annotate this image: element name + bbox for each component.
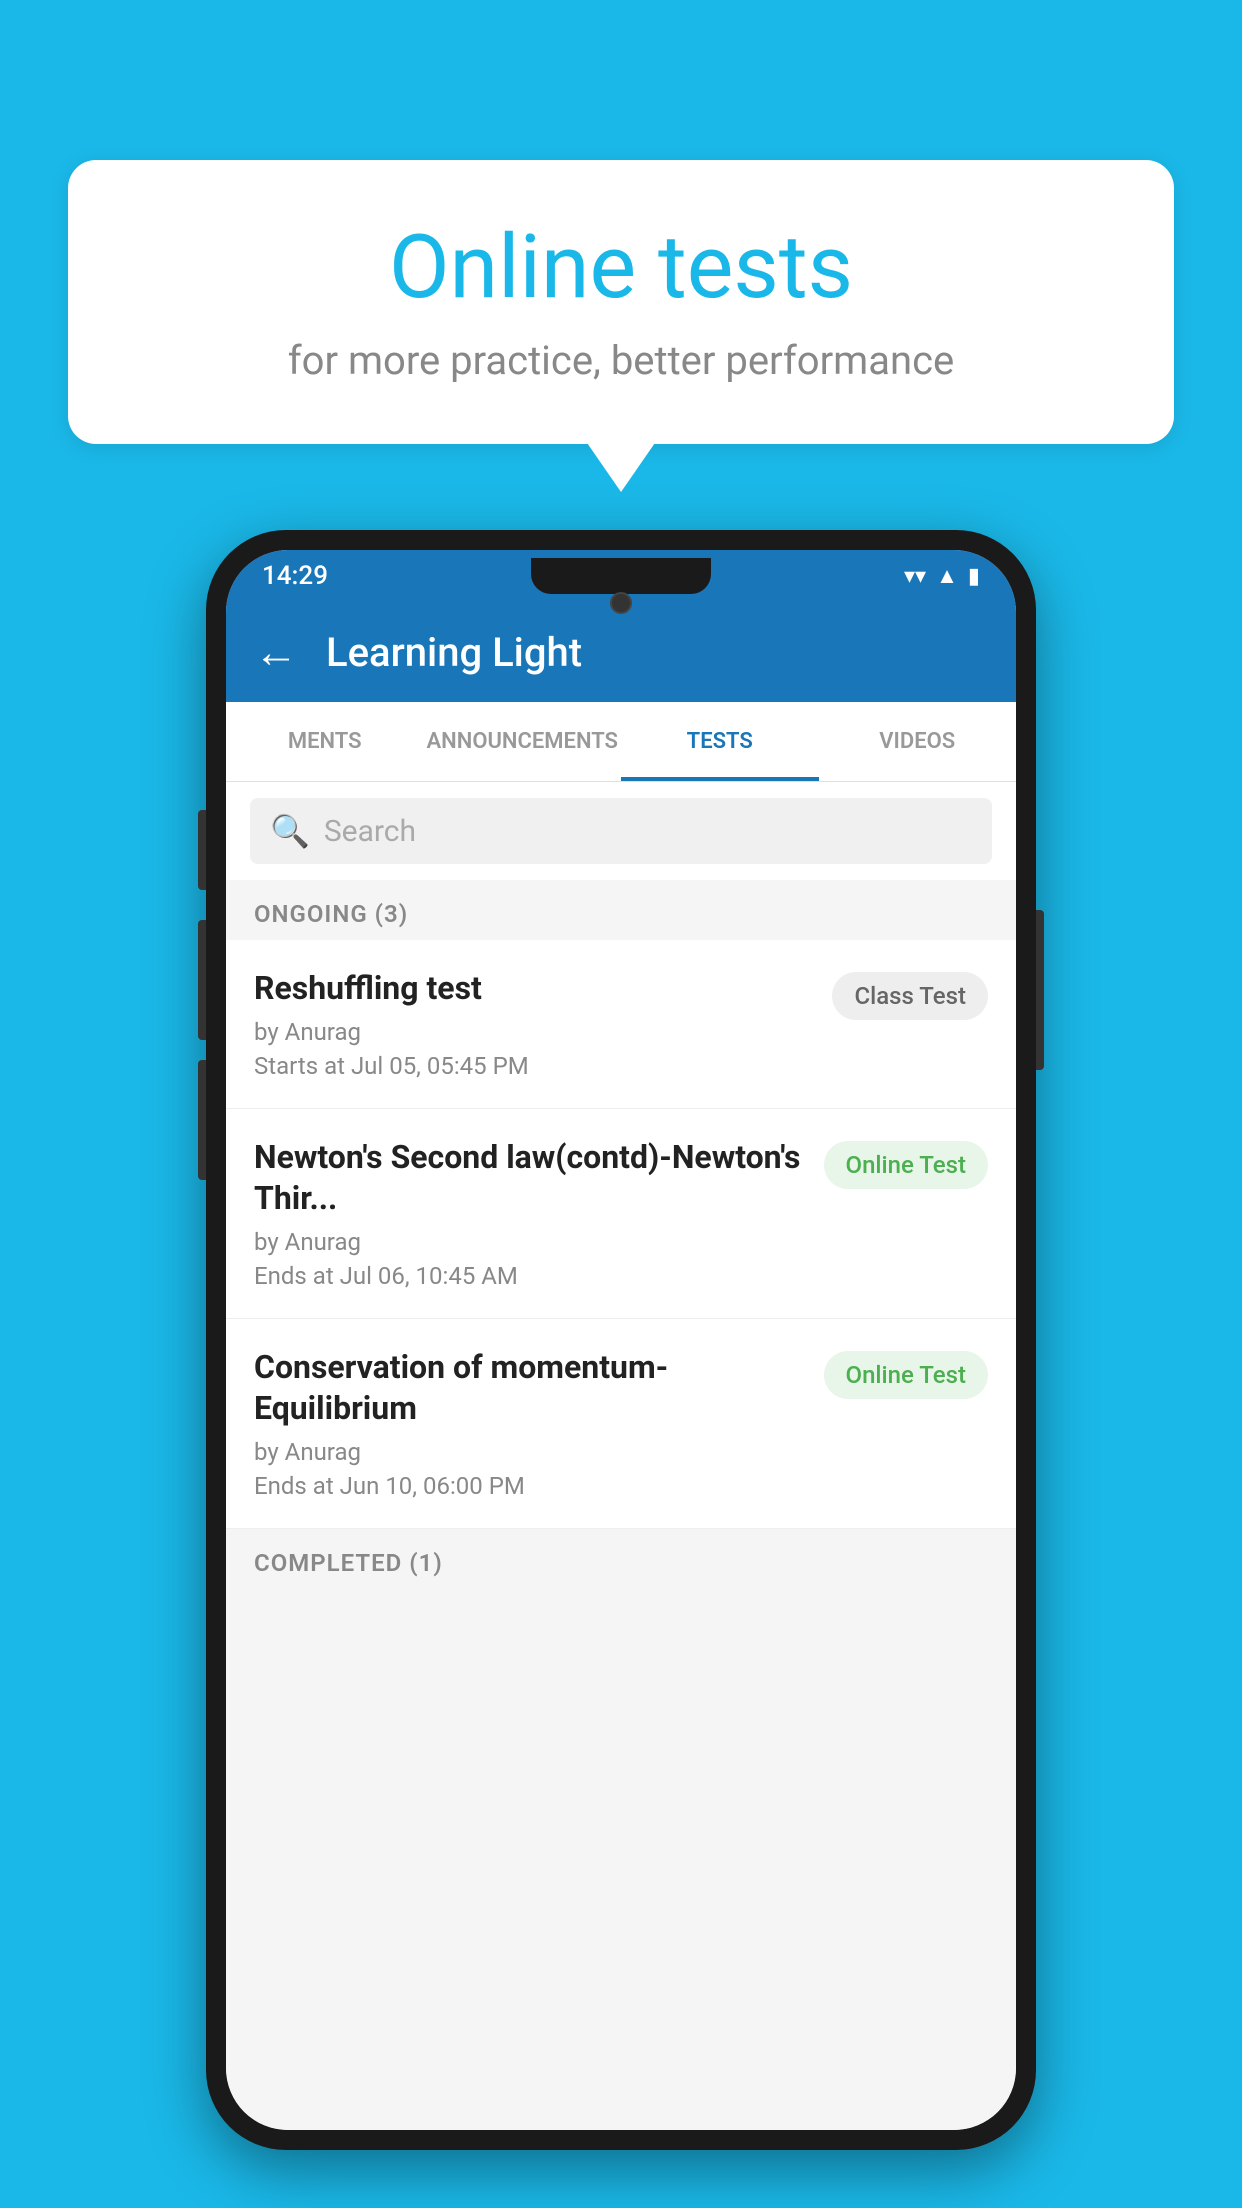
status-time: 14:29 <box>262 561 328 591</box>
tab-tests[interactable]: TESTS <box>621 702 819 781</box>
status-icons: ▾▾ ▲ ▮ <box>904 563 980 589</box>
test-badge-newton: Online Test <box>824 1141 988 1189</box>
test-name-conservation: Conservation of momentum-Equilibrium <box>254 1347 808 1430</box>
section-completed-header: COMPLETED (1) <box>226 1529 1016 1589</box>
phone-frame: 14:29 ▾▾ ▲ ▮ ← Learning Light MENTS ANNO… <box>206 530 1036 2150</box>
test-time-conservation: Ends at Jun 10, 06:00 PM <box>254 1472 808 1500</box>
speech-bubble: Online tests for more practice, better p… <box>68 160 1174 444</box>
phone-notch <box>531 558 711 594</box>
bubble-subtitle: for more practice, better performance <box>148 337 1094 384</box>
phone-button-vol-down <box>198 920 206 1040</box>
test-card-reshuffling[interactable]: Reshuffling test by Anurag Starts at Jul… <box>226 940 1016 1109</box>
phone-button-power <box>1036 910 1044 1070</box>
test-badge-conservation: Online Test <box>824 1351 988 1399</box>
phone-button-silent <box>198 1060 206 1180</box>
test-by-conservation: by Anurag <box>254 1438 808 1466</box>
app-title: Learning Light <box>326 629 582 676</box>
tabs-bar: MENTS ANNOUNCEMENTS TESTS VIDEOS <box>226 702 1016 782</box>
test-by-reshuffling: by Anurag <box>254 1018 816 1046</box>
tab-ments[interactable]: MENTS <box>226 702 424 781</box>
test-info-newton: Newton's Second law(contd)-Newton's Thir… <box>254 1137 808 1290</box>
section-ongoing-header: ONGOING (3) <box>226 880 1016 940</box>
phone-button-vol-up <box>198 810 206 890</box>
phone-screen: 14:29 ▾▾ ▲ ▮ ← Learning Light MENTS ANNO… <box>226 550 1016 2130</box>
search-container: 🔍 Search <box>226 782 1016 880</box>
content-area: ONGOING (3) Reshuffling test by Anurag S… <box>226 880 1016 2130</box>
test-name-newton: Newton's Second law(contd)-Newton's Thir… <box>254 1137 808 1220</box>
back-button[interactable]: ← <box>254 626 298 678</box>
search-icon: 🔍 <box>270 812 310 850</box>
search-input[interactable]: Search <box>324 814 416 849</box>
test-card-newton[interactable]: Newton's Second law(contd)-Newton's Thir… <box>226 1109 1016 1319</box>
app-bar: ← Learning Light <box>226 602 1016 702</box>
test-name-reshuffling: Reshuffling test <box>254 968 816 1010</box>
search-input-wrap[interactable]: 🔍 Search <box>250 798 992 864</box>
test-by-newton: by Anurag <box>254 1228 808 1256</box>
tab-videos[interactable]: VIDEOS <box>819 702 1017 781</box>
tab-announcements[interactable]: ANNOUNCEMENTS <box>424 702 622 781</box>
test-time-newton: Ends at Jul 06, 10:45 AM <box>254 1262 808 1290</box>
phone-camera <box>610 592 632 614</box>
test-info-conservation: Conservation of momentum-Equilibrium by … <box>254 1347 808 1500</box>
bubble-title: Online tests <box>148 220 1094 317</box>
test-info-reshuffling: Reshuffling test by Anurag Starts at Jul… <box>254 968 816 1080</box>
wifi-icon: ▾▾ <box>904 564 926 589</box>
signal-icon: ▲ <box>936 563 958 589</box>
test-badge-reshuffling: Class Test <box>832 972 988 1020</box>
battery-icon: ▮ <box>968 564 980 589</box>
test-card-conservation[interactable]: Conservation of momentum-Equilibrium by … <box>226 1319 1016 1529</box>
test-time-reshuffling: Starts at Jul 05, 05:45 PM <box>254 1052 816 1080</box>
